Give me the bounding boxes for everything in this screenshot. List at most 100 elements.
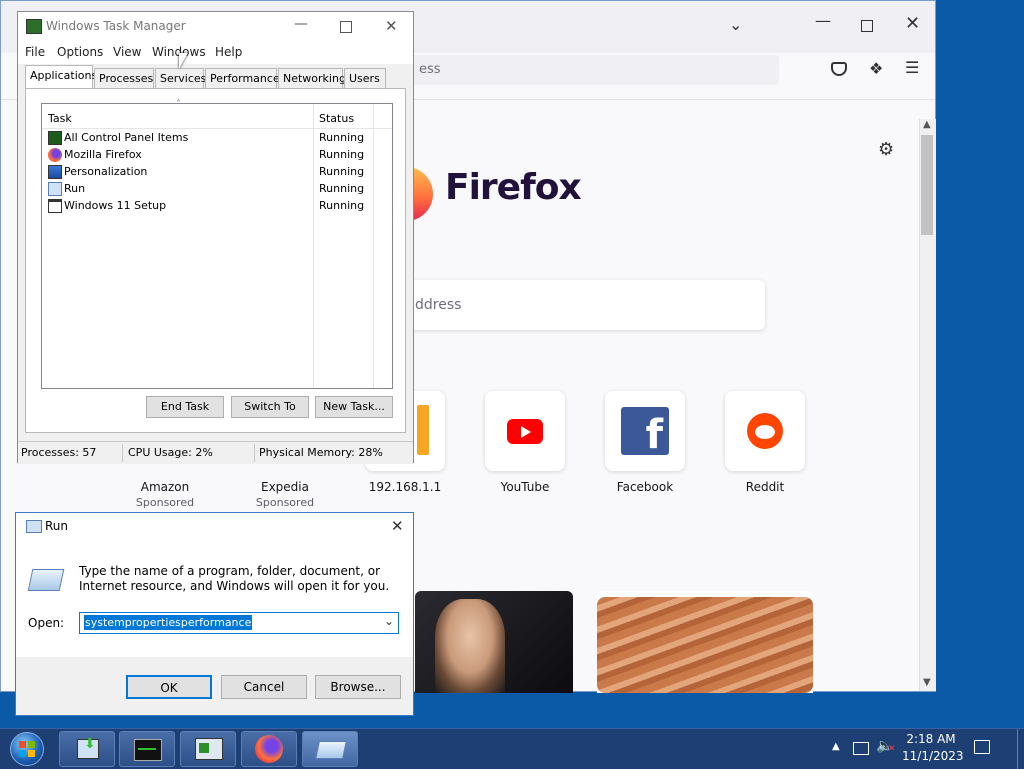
shortcut-label-192: 192.168.1.1 xyxy=(368,480,442,494)
setup-window-icon xyxy=(48,199,62,213)
end-task-button[interactable]: End Task xyxy=(146,396,224,418)
url-bar-placeholder: ess xyxy=(419,62,441,77)
close-icon[interactable]: ✕ xyxy=(391,517,404,535)
task-manager-titlebar[interactable]: Windows Task Manager — ✕ xyxy=(18,12,413,42)
minimize-icon[interactable]: — xyxy=(815,11,831,30)
run-body: Type the name of a program, folder, docu… xyxy=(16,541,413,657)
cancel-button[interactable]: Cancel xyxy=(221,675,307,699)
task-list[interactable]: ˄ Task Status All Control Panel Items Ru… xyxy=(41,99,393,389)
run-program-icon xyxy=(27,569,65,591)
browse-button[interactable]: Browse... xyxy=(315,675,401,699)
pocket-icon[interactable] xyxy=(831,62,847,76)
clock-time[interactable]: 2:18 AM xyxy=(906,732,956,746)
menu-icon[interactable]: ☰ xyxy=(905,58,919,77)
ok-button[interactable]: OK xyxy=(126,675,212,699)
tab-services[interactable]: Services xyxy=(155,68,206,88)
close-icon[interactable]: ✕ xyxy=(905,13,920,34)
row-status: Running xyxy=(319,165,365,178)
url-bar[interactable]: ess xyxy=(409,55,779,85)
scroll-up-icon[interactable]: ▲ xyxy=(923,119,931,130)
table-row[interactable]: Personalization Running xyxy=(42,164,392,181)
search-box-placeholder: ddress xyxy=(415,297,462,313)
notifications-icon[interactable] xyxy=(974,740,990,754)
chevron-down-icon[interactable]: ⌄ xyxy=(384,614,394,628)
sort-up-icon: ˄ xyxy=(176,99,181,110)
close-icon[interactable]: ✕ xyxy=(385,17,398,35)
row-task: Windows 11 Setup xyxy=(64,199,167,212)
shortcut-tile-facebook[interactable]: f xyxy=(605,391,685,471)
maximize-icon[interactable] xyxy=(340,21,352,33)
story-card-image[interactable] xyxy=(597,591,813,693)
tab-applications[interactable]: Applications xyxy=(25,65,97,89)
task-manager-icon xyxy=(26,19,42,34)
taskbar-setup[interactable]: ⬇ xyxy=(59,731,115,767)
firefox-icon xyxy=(48,148,62,162)
open-combobox[interactable]: systempropertiesperformance ⌄ xyxy=(79,612,399,634)
shortcut-label-expedia: Expedia xyxy=(261,480,309,494)
task-list-header: ˄ Task Status xyxy=(42,99,392,388)
new-task-button[interactable]: New Task... xyxy=(315,396,393,418)
show-hidden-icons-icon[interactable]: ▲ xyxy=(832,741,840,752)
tab-users[interactable]: Users xyxy=(344,68,386,88)
open-label: Open: xyxy=(28,616,65,630)
gear-icon[interactable]: ⚙ xyxy=(878,139,894,160)
shortcut-label-youtube: YouTube xyxy=(500,480,550,494)
youtube-icon xyxy=(507,419,543,444)
taskbar-firefox[interactable] xyxy=(241,731,297,767)
column-header-status[interactable]: Status xyxy=(319,112,354,125)
show-desktop-button[interactable] xyxy=(1017,729,1018,769)
scrollbar-thumb[interactable] xyxy=(921,135,933,235)
control-panel-icon xyxy=(48,131,62,145)
scroll-down-icon[interactable]: ▼ xyxy=(923,677,931,688)
run-dialog: Run ✕ Type the name of a program, folder… xyxy=(15,512,414,716)
firefox-icon xyxy=(255,735,283,763)
clock-date[interactable]: 11/1/2023 xyxy=(902,749,964,763)
extensions-icon[interactable]: ❖ xyxy=(869,59,883,78)
shortcut-tile-reddit[interactable] xyxy=(725,391,805,471)
tab-list-chevron-icon[interactable]: ⌄ xyxy=(729,15,742,34)
open-input-value[interactable]: systempropertiesperformance xyxy=(84,615,253,630)
tab-processes[interactable]: Processes xyxy=(94,68,154,88)
table-row[interactable]: Mozilla Firefox Running xyxy=(42,147,392,164)
menu-options[interactable]: Options xyxy=(57,45,103,59)
row-task: All Control Panel Items xyxy=(64,131,189,144)
muted-x-icon: ✕ xyxy=(888,744,896,754)
tab-performance[interactable]: Performance xyxy=(205,68,280,88)
task-manager-icon xyxy=(134,739,162,761)
row-task: Run xyxy=(64,182,86,195)
taskbar-task-manager[interactable] xyxy=(119,731,175,767)
status-processes: Processes: 57 xyxy=(21,446,97,459)
switch-to-button[interactable]: Switch To xyxy=(231,396,309,418)
table-row[interactable]: Windows 11 Setup Running xyxy=(42,198,392,215)
start-button[interactable] xyxy=(10,732,44,766)
status-memory: Physical Memory: 28% xyxy=(259,446,383,459)
table-row[interactable]: All Control Panel Items Running xyxy=(42,130,392,147)
windows-logo-icon xyxy=(19,741,26,748)
control-panel-icon xyxy=(195,738,223,760)
facebook-icon: f xyxy=(621,407,669,455)
shortcut-tile-youtube[interactable] xyxy=(485,391,565,471)
menu-help[interactable]: Help xyxy=(215,45,242,59)
maximize-icon[interactable] xyxy=(861,20,873,32)
run-titlebar[interactable]: Run ✕ xyxy=(16,513,413,541)
minimize-icon[interactable]: — xyxy=(294,16,308,32)
menu-file[interactable]: File xyxy=(25,45,45,59)
taskbar-run[interactable] xyxy=(302,731,358,767)
shortcut-sub-expedia: Sponsored xyxy=(255,496,315,509)
search-box[interactable]: ddress xyxy=(409,280,765,330)
status-divider xyxy=(122,444,123,462)
task-manager-title: Windows Task Manager xyxy=(46,19,186,33)
menu-view[interactable]: View xyxy=(113,45,141,59)
run-description: Type the name of a program, folder, docu… xyxy=(79,564,390,593)
tab-networking[interactable]: Networking xyxy=(278,68,346,88)
story-card-image[interactable] xyxy=(415,591,573,693)
shortcut-label-facebook: Facebook xyxy=(616,480,674,494)
run-icon xyxy=(48,182,62,196)
row-task: Mozilla Firefox xyxy=(64,148,142,161)
reddit-icon xyxy=(747,413,783,449)
taskbar-control-panel[interactable] xyxy=(180,731,236,767)
table-row[interactable]: Run Running xyxy=(42,181,392,198)
column-header-task[interactable]: Task xyxy=(48,112,72,125)
network-icon[interactable] xyxy=(853,742,869,755)
run-title: Run xyxy=(45,519,69,533)
